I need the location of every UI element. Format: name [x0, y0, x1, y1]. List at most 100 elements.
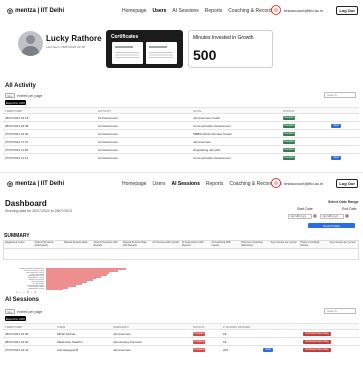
status-badge: Complete: [193, 340, 205, 344]
cell-activity: AI Assessment: [96, 113, 191, 122]
cell-timestamp: 27/07/2024 22:32: [3, 345, 55, 354]
table-row: 27/07/2024 19:30 AI Assessment MBBS Mock I…: [3, 129, 359, 138]
nav-homepage[interactable]: Homepage: [122, 181, 146, 187]
download-recording-button[interactable]: Download Recording: [303, 340, 331, 344]
minutes-invested-card: Minutes Invested in Growth 500: [188, 30, 273, 68]
end-date-input[interactable]: mm/dd/yyyy: [320, 214, 344, 219]
download-recording-button[interactable]: Download Recording: [303, 348, 331, 353]
cell-action: [329, 129, 359, 138]
start-date-label: Start Date: [297, 207, 313, 211]
cell-words-spoken: 203: [221, 345, 261, 354]
cell-download: Download Recording: [301, 329, 359, 338]
entries-select[interactable]: 10 ⌄: [5, 93, 15, 98]
entries-label: entries per page: [17, 93, 43, 98]
account-avatar[interactable]: [271, 5, 281, 15]
entries-per-page: 10 ⌄ entries per page: [5, 93, 42, 98]
cell-timestamp: 28/07/2024 22:18: [3, 113, 96, 122]
table-row: 28/07/2024 22:18 AI Assessment Job Intervi…: [3, 113, 359, 122]
dashboard-date-range-text: Showing data for 26/07/2024 to 28/07/202…: [5, 209, 73, 213]
mentza-logo-icon: ◎: [7, 8, 14, 15]
summary-column-header: AI Interview with reports: [152, 241, 180, 244]
summary-column-header: Avg minutes per person: [329, 241, 356, 244]
entries-select[interactable]: 10 ⌄: [5, 309, 15, 314]
account-avatar[interactable]: [271, 178, 281, 188]
summary-column-header: Repeat Session Rate: [64, 241, 88, 244]
top-nav: ◎ mentza | IIT Delhi Homepage Users AI S…: [0, 4, 363, 21]
logout-button[interactable]: Log Out: [336, 179, 358, 188]
sessions-search-input[interactable]: Search...: [324, 308, 356, 314]
cell-activity: AI Assessment: [96, 137, 191, 146]
scenario-bar-chart: Communication Assessment Mock Interview C…: [16, 268, 136, 291]
export-csv-button[interactable]: Export to CSV: [5, 100, 26, 105]
cell-action: [329, 137, 359, 146]
cell-action: [329, 145, 359, 154]
calendar-icon[interactable]: ▦: [313, 213, 317, 218]
view-button[interactable]: View: [331, 156, 341, 161]
end-date-label: End Date: [342, 207, 357, 211]
cell-user: Mihail Sethua: [55, 329, 111, 338]
cell-scenario: Job Interview: [111, 329, 191, 338]
summary-table: Registered Users Total AI Sessions (Attem…: [3, 240, 359, 260]
cell-download: Download Recording: [301, 345, 359, 354]
cell-timestamp: 28/07/2024 19:05: [3, 329, 55, 338]
cell-timestamp: 27/07/2024 17:07: [3, 137, 96, 146]
cell-timestamp: 27/07/2024 11:59: [3, 145, 96, 154]
summary-column-header: AI Coaching With reports: [211, 241, 231, 247]
table-row: 27/07/2024 17:07 AI Assessment Job Intervi…: [3, 137, 359, 146]
status-badge: Complete: [283, 124, 295, 128]
cell-status: Complete: [281, 113, 329, 122]
view-button[interactable]: View: [263, 348, 273, 353]
nav-ai-sessions[interactable]: AI Sessions: [172, 8, 198, 14]
chart-toolbar[interactable]: + − ⌕ ✥ ⌂ ≡: [16, 290, 37, 294]
cell-action: View: [329, 121, 359, 130]
account-email: testaccount@iitd.ac.in: [284, 8, 324, 13]
cell-user: Malendrav Swabhu: [55, 337, 111, 346]
cell-note: Job Interview: [191, 137, 281, 146]
cell-status: Complete: [191, 345, 221, 354]
brand-logo[interactable]: ◎ mentza | IIT Delhi: [7, 180, 64, 188]
cell-activity: AI Assessment: [96, 129, 191, 138]
activity-search-input[interactable]: Search...: [324, 92, 356, 98]
cell-view: [261, 337, 301, 346]
cell-activity: AI Assessment: [96, 121, 191, 130]
search-date-button[interactable]: Search Date: [308, 223, 355, 228]
certificates-card: Certificates: [106, 30, 183, 68]
summary-column-header: Tthatn recordings (Views): [300, 241, 320, 247]
cell-status: Complete: [281, 121, 329, 130]
table-row: 28/07/2024 20:48 AI Assessment Communicati…: [3, 121, 359, 130]
start-date-input[interactable]: mm/dd/yyyy: [288, 214, 312, 219]
view-button[interactable]: View: [331, 124, 341, 128]
chart-category-label: Leadership Coach: [27, 288, 44, 291]
profile-photo: [18, 31, 43, 56]
certificates-title: Certificates: [111, 34, 139, 40]
download-recording-button[interactable]: Download Recording: [303, 332, 331, 336]
cell-note: MBBS Mock Interview Coach: [191, 129, 281, 138]
table-row: 28/07/2024 19:00 Malendrav Swabhu Intervie…: [3, 337, 359, 346]
nav-users[interactable]: Users: [152, 8, 166, 14]
users-screen: ◎ mentza | IIT Delhi Homepage Users AI S…: [0, 0, 363, 168]
brand-logo[interactable]: ◎ mentza | IIT Delhi: [7, 7, 64, 15]
profile-name: Lucky Rathore: [46, 34, 102, 43]
cell-action: View: [329, 153, 359, 162]
brand-name: mentza | IIT Delhi: [15, 181, 65, 187]
export-csv-button[interactable]: Export to CSV: [5, 316, 26, 321]
summary-column-header: Repeat Session Rate with Reports: [123, 241, 147, 247]
cell-scenario: Interviewing Interview: [111, 337, 191, 346]
cell-note: Communication Assessment: [191, 121, 281, 130]
logout-button[interactable]: Log Out: [336, 6, 358, 15]
nav-links: Homepage Users AI Sessions Reports Coach…: [122, 181, 282, 187]
nav-reports[interactable]: Reports: [206, 181, 224, 187]
nav-users[interactable]: Users: [152, 181, 165, 187]
calendar-icon[interactable]: ▦: [345, 213, 349, 218]
nav-reports[interactable]: Reports: [205, 8, 223, 14]
ai-sessions-title: AI Sessions: [5, 297, 40, 303]
cell-words-spoken: 18: [221, 337, 261, 346]
nav-ai-sessions[interactable]: AI Sessions: [172, 181, 200, 187]
cell-activity: AI Assessment: [96, 153, 191, 162]
date-range-label: Select Date Range: [328, 200, 359, 204]
certificate-thumbnail[interactable]: [146, 42, 177, 64]
nav-homepage[interactable]: Homepage: [122, 8, 146, 14]
summary-column-header: Total Live Coaching (Attended): [241, 241, 263, 247]
certificate-thumbnail[interactable]: [112, 42, 143, 64]
cell-timestamp: 27/07/2024 11:14: [3, 153, 96, 162]
